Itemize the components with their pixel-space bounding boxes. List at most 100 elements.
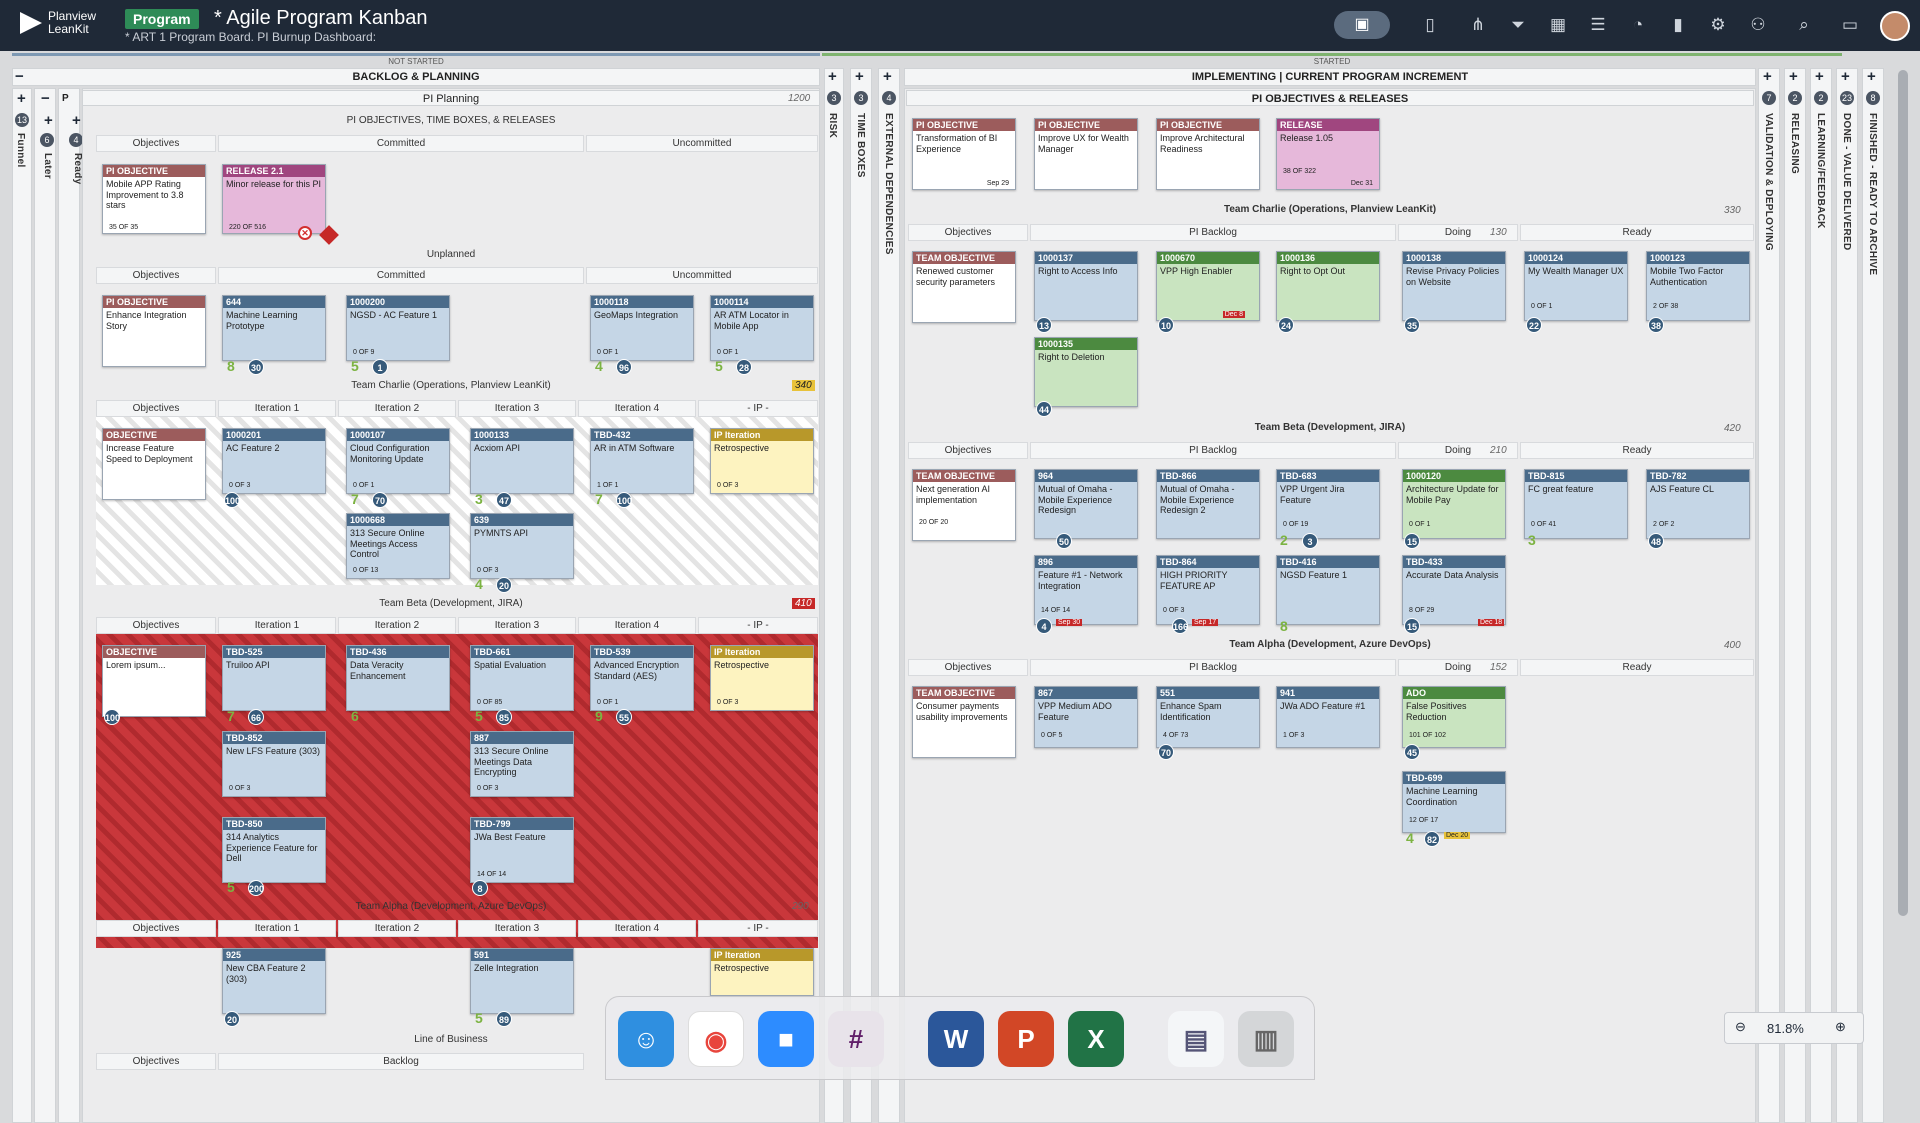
add-card-releasing-icon[interactable]: + bbox=[1789, 68, 1798, 85]
card[interactable]: 925 New CBA Feature 2 (303) bbox=[222, 948, 326, 1014]
card[interactable]: TBD-782 AJS Feature CL 2 OF 2 bbox=[1646, 469, 1750, 539]
card[interactable]: TBD-661 Spatial Evaluation 0 OF 85 bbox=[470, 645, 574, 711]
card[interactable]: PI OBJECTIVE Mobile APP Rating Improvemen… bbox=[102, 164, 206, 234]
zoom-in-icon[interactable]: ⊕ bbox=[1835, 1019, 1846, 1035]
card[interactable]: 1000124 My Wealth Manager UX 0 OF 1 bbox=[1524, 251, 1628, 321]
card[interactable]: 1000201 AC Feature 20 OF 3 bbox=[222, 428, 326, 494]
card[interactable]: 1000138 Revise Privacy Policies on Websit… bbox=[1402, 251, 1506, 321]
add-user-icon[interactable]: ⚇ bbox=[1746, 13, 1770, 37]
card[interactable]: 1000136 Right to Opt Out bbox=[1276, 251, 1380, 321]
card[interactable]: 591 Zelle Integration bbox=[470, 948, 574, 1014]
card[interactable]: TBD-815 FC great feature 0 OF 41 bbox=[1524, 469, 1628, 539]
filter-icon[interactable]: ⏷ bbox=[1506, 13, 1530, 37]
chart-icon[interactable]: ▮ bbox=[1666, 13, 1690, 37]
add-card-timeboxes-icon[interactable]: + bbox=[855, 68, 864, 85]
card[interactable]: 867 VPP Medium ADO Feature 0 OF 5 bbox=[1034, 686, 1138, 748]
powerpoint-icon[interactable]: P bbox=[998, 1011, 1054, 1067]
implementing-header[interactable]: IMPLEMENTING | CURRENT PROGRAM INCREMENT bbox=[904, 68, 1756, 86]
card[interactable]: 896 Feature #1 - Network Integration 14 OF… bbox=[1034, 555, 1138, 625]
planview-logo[interactable]: Planview LeanKit bbox=[20, 10, 96, 36]
card[interactable]: 1000123 Mobile Two Factor Authentication 2… bbox=[1646, 251, 1750, 321]
add-card-funnel-icon[interactable]: + bbox=[17, 90, 26, 107]
card[interactable]: 1000200 NGSD - AC Feature 10 OF 9 bbox=[346, 295, 450, 361]
card[interactable]: IP Iteration Retrospective 0 OF 3 bbox=[710, 645, 814, 711]
card[interactable]: TBD-436 Data Veracity Enhancement bbox=[346, 645, 450, 711]
risk-lane[interactable] bbox=[824, 68, 844, 1123]
card[interactable]: OBJECTIVE Lorem ipsum... bbox=[102, 645, 206, 717]
time-boxes-lane[interactable] bbox=[850, 68, 872, 1123]
card[interactable]: 644 Machine Learning Prototype bbox=[222, 295, 326, 361]
card[interactable]: 887 313 Secure Online Meetings Data Encry… bbox=[470, 731, 574, 797]
card[interactable]: 941 JWa ADO Feature #1 1 OF 3 bbox=[1276, 686, 1380, 748]
card[interactable]: TBD-799 JWa Best Feature 14 OF 14 bbox=[470, 817, 574, 883]
card[interactable]: TBD-433 Accurate Data Analysis 8 OF 29 bbox=[1402, 555, 1506, 625]
search-icon[interactable]: ⌕ bbox=[1792, 13, 1816, 37]
board-title[interactable]: * Agile Program Kanban bbox=[214, 7, 427, 30]
excel-icon[interactable]: X bbox=[1068, 1011, 1124, 1067]
word-icon[interactable]: W bbox=[928, 1011, 984, 1067]
preview-icon[interactable]: ▤ bbox=[1168, 1011, 1224, 1067]
card[interactable]: TBD-852 New LFS Feature (303) 0 OF 3 bbox=[222, 731, 326, 797]
card[interactable]: TBD-525 Truiloo API bbox=[222, 645, 326, 711]
add-card-later-icon[interactable]: + bbox=[44, 112, 53, 129]
card[interactable]: 551 Enhance Spam Identification 4 OF 73 bbox=[1156, 686, 1260, 748]
card[interactable]: IP Iteration Retrospective 0 OF 3 bbox=[710, 428, 814, 494]
timeline-icon[interactable]: ◔ bbox=[1626, 13, 1650, 37]
add-card-validation-icon[interactable]: + bbox=[1763, 68, 1772, 85]
card[interactable]: 1000120 Architecture Update for Mobile Pa… bbox=[1402, 469, 1506, 539]
card[interactable]: 964 Mutual of Omaha - Mobile Experience R… bbox=[1034, 469, 1138, 539]
card[interactable]: 639 PYMNTS API 0 OF 3 bbox=[470, 513, 574, 579]
user-avatar[interactable] bbox=[1880, 11, 1910, 41]
add-card-learning-icon[interactable]: + bbox=[1815, 68, 1824, 85]
card[interactable]: 1000135 Right to Deletion bbox=[1034, 337, 1138, 407]
add-card-extdep-icon[interactable]: + bbox=[883, 68, 892, 85]
backlog-planning-header[interactable]: BACKLOG & PLANNING bbox=[12, 68, 820, 86]
card[interactable]: OBJECTIVE Increase Feature Speed to Deplo… bbox=[102, 428, 206, 500]
card[interactable]: 1000668 313 Secure Online Meetings Access… bbox=[346, 513, 450, 579]
funnel-lane[interactable] bbox=[12, 88, 32, 1123]
add-card-icon[interactable]: ▣ bbox=[1334, 11, 1390, 39]
card[interactable]: TEAM OBJECTIVE Next generation AI impleme… bbox=[912, 469, 1016, 541]
hierarchy-icon[interactable]: ⋔ bbox=[1466, 13, 1490, 37]
collapse-icon[interactable]: − bbox=[15, 68, 24, 85]
card[interactable]: TEAM OBJECTIVE Consumer payments usabilit… bbox=[912, 686, 1016, 758]
card[interactable]: ADO False Positives Reduction 101 OF 102 bbox=[1402, 686, 1506, 748]
slack-icon[interactable]: # bbox=[828, 1011, 884, 1067]
card[interactable]: IP Iteration Retrospective bbox=[710, 948, 814, 996]
clipboard-icon[interactable]: ▯ bbox=[1418, 13, 1442, 37]
card[interactable]: 1000670 VPP High Enabler Dec 8 bbox=[1156, 251, 1260, 321]
trash-icon[interactable]: ▥ bbox=[1238, 1011, 1294, 1067]
zoom-icon[interactable]: ■ bbox=[758, 1011, 814, 1067]
card[interactable]: TBD-864 HIGH PRIORITY FEATURE AP 0 OF 3 bbox=[1156, 555, 1260, 625]
card[interactable]: RELEASE 2.1 Minor release for this PI 220 … bbox=[222, 164, 326, 234]
pi-objectives-releases-header[interactable]: PI OBJECTIVES & RELEASES bbox=[906, 90, 1754, 106]
add-card-ready-icon[interactable]: + bbox=[72, 112, 81, 129]
card[interactable]: TBD-850 314 Analytics Experience Feature … bbox=[222, 817, 326, 883]
list-icon[interactable]: ☰ bbox=[1586, 13, 1610, 37]
card[interactable]: 1000114 AR ATM Locator in Mobile App 0 OF … bbox=[710, 295, 814, 361]
card[interactable]: 1000133 Acxiom API bbox=[470, 428, 574, 494]
card[interactable]: TBD-416 NGSD Feature 1 bbox=[1276, 555, 1380, 625]
card[interactable]: TBD-683 VPP Urgent Jira Feature 0 OF 19 bbox=[1276, 469, 1380, 539]
card[interactable]: 1000118 GeoMaps Integration 0 OF 1 bbox=[590, 295, 694, 361]
presenter-icon[interactable]: ▭ bbox=[1838, 13, 1862, 37]
board-icon[interactable]: ▦ bbox=[1546, 13, 1570, 37]
card[interactable]: PI OBJECTIVE Improve UX for Wealth Manage… bbox=[1034, 118, 1138, 190]
add-card-finished-icon[interactable]: + bbox=[1867, 68, 1876, 85]
card[interactable]: PI OBJECTIVE Improve Architectural Readin… bbox=[1156, 118, 1260, 190]
card[interactable]: TEAM OBJECTIVE Renewed customer security … bbox=[912, 251, 1016, 323]
card[interactable]: 1000137 Right to Access Info bbox=[1034, 251, 1138, 321]
board-subtitle[interactable]: * ART 1 Program Board. PI Burnup Dashboa… bbox=[125, 30, 376, 44]
card[interactable]: PI OBJECTIVE Transformation of BI Experie… bbox=[912, 118, 1016, 190]
card[interactable]: RELEASE Release 1.05 38 OF 322 Dec 31 bbox=[1276, 118, 1380, 190]
pi-planning-header[interactable]: PI Planning bbox=[82, 90, 820, 106]
card[interactable]: 1000107 Cloud Configuration Monitoring Up… bbox=[346, 428, 450, 494]
later-lane[interactable] bbox=[34, 88, 56, 1123]
add-card-done-icon[interactable]: + bbox=[1841, 68, 1850, 85]
card[interactable]: TBD-539 Advanced Encryption Standard (AES… bbox=[590, 645, 694, 711]
releasing-lane[interactable] bbox=[1784, 68, 1806, 1123]
card[interactable]: TBD-866 Mutual of Omaha - Mobile Experien… bbox=[1156, 469, 1260, 539]
settings-icon[interactable]: ⚙ bbox=[1706, 13, 1730, 37]
card[interactable]: PI OBJECTIVE Enhance Integration Story bbox=[102, 295, 206, 367]
zoom-out-icon[interactable]: ⊖ bbox=[1735, 1019, 1746, 1035]
